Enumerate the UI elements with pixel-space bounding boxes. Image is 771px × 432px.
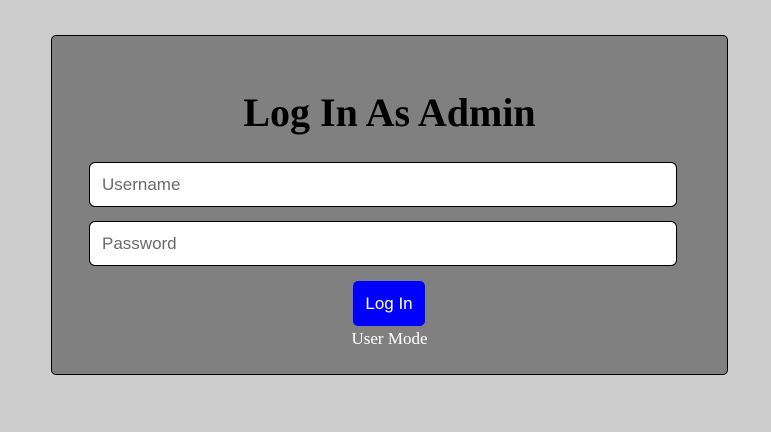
admin-login-panel: Log In As Admin Log In User Mode — [51, 35, 728, 375]
password-input[interactable] — [89, 221, 677, 266]
page-title: Log In As Admin — [243, 90, 536, 135]
user-mode-link[interactable]: User Mode — [52, 329, 727, 349]
log-in-button[interactable]: Log In — [353, 281, 425, 326]
username-input[interactable] — [89, 162, 677, 207]
